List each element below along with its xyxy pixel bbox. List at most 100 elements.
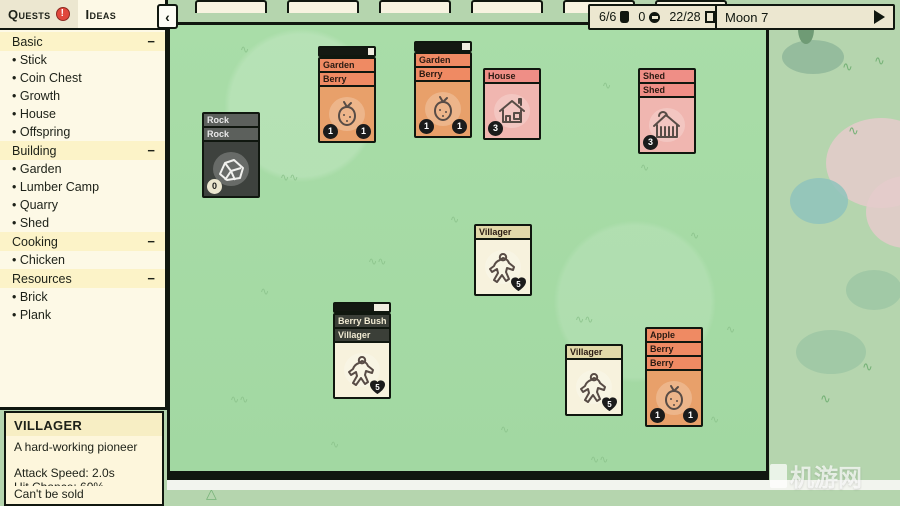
card-body: 11 — [320, 87, 374, 141]
card-progress-bar — [333, 302, 391, 313]
hud-coins: 0 — [638, 10, 661, 24]
alert-badge-text: ! — [60, 8, 65, 19]
heart-icon: 5 — [510, 276, 527, 292]
tab-stub[interactable] — [471, 0, 543, 13]
card-badge-left: 1 — [650, 408, 665, 423]
tooltip-title: VILLAGER — [6, 413, 162, 436]
collapse-group-icon[interactable]: − — [147, 271, 155, 286]
card-stack-label: Garden — [416, 54, 470, 68]
quest-item[interactable]: • Quarry — [0, 196, 165, 214]
play-icon[interactable] — [874, 10, 885, 24]
card-icon — [704, 11, 715, 23]
quest-item[interactable]: • Offspring — [0, 123, 165, 141]
card-badge-right: 1 — [683, 408, 698, 423]
card-badge-left: 1 — [323, 124, 338, 139]
tab-quests-label: Quests — [8, 6, 51, 22]
card-stack-label: Berry — [416, 68, 470, 82]
quest-item[interactable]: • Brick — [0, 288, 165, 306]
food-icon — [620, 11, 630, 23]
quest-item[interactable]: • Shed — [0, 214, 165, 232]
card-apple-1[interactable]: Apple Berry Berry 1 1 — [645, 327, 703, 427]
moon-label: Moon 7 — [725, 9, 769, 25]
heart-icon: 5 — [601, 396, 618, 412]
card-stack-label: Villager — [567, 346, 621, 360]
game-window: ∿ ∿ ∿ ∿ ∿ △ ∿ ∿ ∿ ∿ ∿ ∿∿ ∿ ∿ ∿ ∿ ∿ ∿ ∿ ∿ ∿ ∿ … — [0, 0, 900, 506]
card-stack-label: Berry Bush — [335, 315, 389, 329]
quest-item[interactable]: • Coin Chest — [0, 69, 165, 87]
card-badge-left: 3 — [488, 121, 503, 136]
quest-group-title: Basic — [12, 34, 43, 49]
quest-item[interactable]: • Garden — [0, 160, 165, 178]
card-badge-left: 0 — [207, 179, 222, 194]
map-bush — [846, 270, 900, 310]
tab-stub[interactable] — [195, 0, 267, 13]
tab-stub[interactable] — [379, 0, 451, 13]
tab-stub[interactable] — [287, 0, 359, 13]
quest-group-resources[interactable]: Resources − — [0, 269, 165, 288]
collapse-group-icon[interactable]: − — [147, 143, 155, 158]
hud-food: 6/6 — [599, 10, 630, 24]
quest-group-cooking[interactable]: Cooking − — [0, 232, 165, 251]
card-stack-label: Berry — [320, 73, 374, 87]
map-bush — [790, 178, 848, 224]
card-house-1[interactable]: House 3 — [483, 68, 541, 140]
quest-item[interactable]: • Lumber Camp — [0, 178, 165, 196]
coin-count: 0 — [638, 10, 646, 24]
quests-alert-badge: ! — [55, 7, 70, 21]
card-health-badge: 5 — [601, 396, 618, 412]
card-body: 11 — [647, 371, 701, 425]
card-badge-right: 1 — [452, 119, 467, 134]
card-berrybush-1[interactable]: Berry Bush Villager 5 — [333, 302, 391, 399]
health-value: 5 — [516, 280, 521, 289]
quest-group-building[interactable]: Building − — [0, 141, 165, 160]
food-count: 6/6 — [599, 10, 617, 24]
quest-item[interactable]: • Stick — [0, 51, 165, 69]
quest-group-title: Resources — [12, 271, 72, 286]
card-stack-label: Rock — [204, 114, 258, 128]
tooltip-footer: Can't be sold — [6, 486, 162, 504]
card-progress-fill — [462, 43, 470, 50]
moon-progress-bar[interactable]: Moon 7 — [715, 4, 895, 30]
quest-item[interactable]: • Growth — [0, 87, 165, 105]
tab-quests[interactable]: Quests ! — [0, 0, 78, 28]
collapse-group-icon[interactable]: − — [147, 34, 155, 49]
quest-item[interactable]: • House — [0, 105, 165, 123]
coin-icon — [649, 11, 661, 23]
quest-group-title: Building — [12, 143, 57, 158]
card-badge-left: 3 — [643, 135, 658, 150]
card-stack-label: Berry — [647, 343, 701, 357]
card-rock-1[interactable]: Rock Rock 0 — [202, 112, 260, 198]
map-bird-icon: ∿ — [862, 359, 873, 374]
health-value: 5 — [607, 400, 612, 409]
quest-item[interactable]: • Plank — [0, 306, 165, 324]
card-tooltip: VILLAGER A hard-working pioneer Attack S… — [4, 411, 164, 506]
collapse-group-icon[interactable]: − — [147, 234, 155, 249]
card-villager-2[interactable]: Villager 5 — [565, 344, 623, 416]
card-stack-label: Shed — [640, 70, 694, 84]
map-bush — [796, 330, 866, 374]
card-stack-label: Apple — [647, 329, 701, 343]
card-garden-1[interactable]: Garden Berry 1 1 — [318, 46, 376, 143]
card-garden-2[interactable]: Garden Berry 1 1 — [414, 41, 472, 138]
field-under-strip — [167, 480, 900, 490]
card-stack-label: Villager — [335, 329, 389, 343]
tab-ideas[interactable]: Ideas — [78, 0, 125, 28]
chevron-left-icon: ‹ — [165, 8, 170, 25]
health-value: 5 — [375, 383, 380, 392]
heart-icon: 5 — [369, 379, 386, 395]
card-stack-label: House — [485, 70, 539, 84]
card-body: 5 — [335, 343, 389, 397]
card-body: 3 — [485, 84, 539, 138]
card-health-badge: 5 — [369, 379, 386, 395]
card-villager-1[interactable]: Villager 5 — [474, 224, 532, 296]
card-body: 5 — [476, 240, 530, 294]
card-body: 0 — [204, 142, 258, 196]
quest-item[interactable]: • Chicken — [0, 251, 165, 269]
card-body: 3 — [640, 98, 694, 152]
card-shed-1[interactable]: Shed Shed 3 — [638, 68, 696, 154]
quest-group-basic[interactable]: Basic − — [0, 32, 165, 51]
card-stack-label: Shed — [640, 84, 694, 98]
card-count: 22/28 — [669, 10, 701, 24]
card-progress-bar — [414, 41, 472, 52]
collapse-sidebar-button[interactable]: ‹ — [157, 4, 178, 29]
